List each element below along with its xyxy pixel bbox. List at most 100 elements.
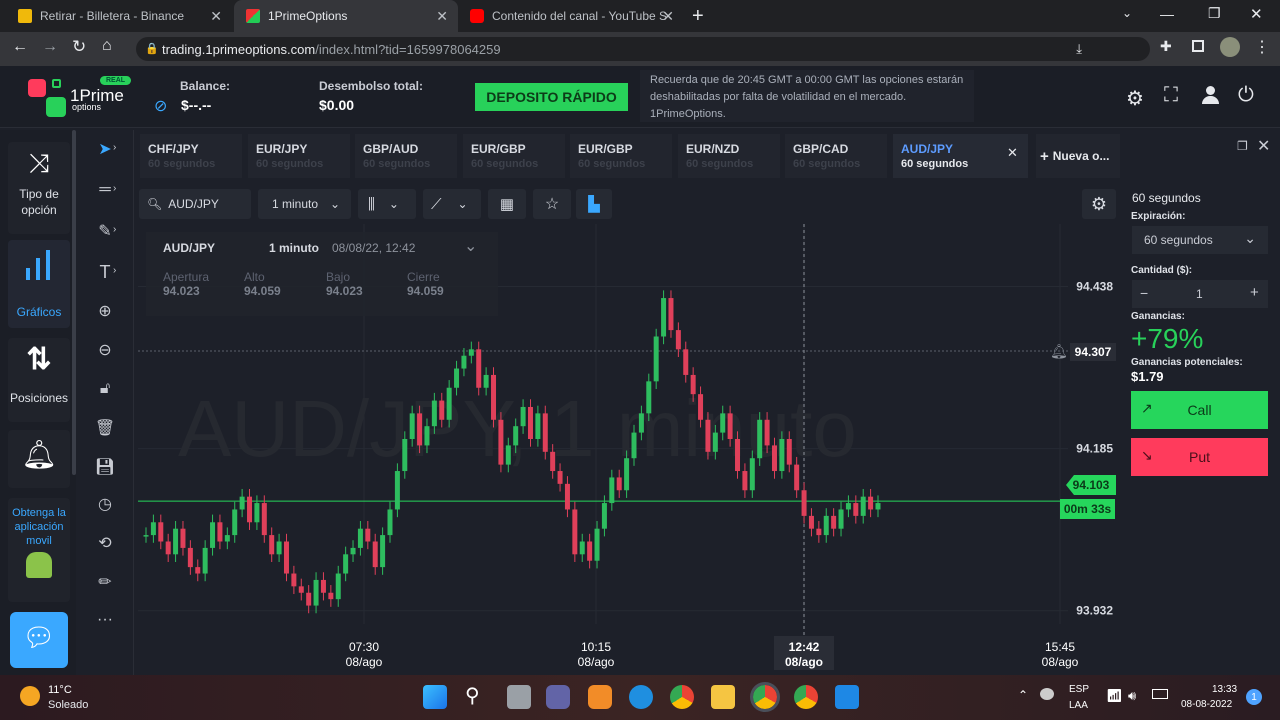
user-icon[interactable] (1201, 86, 1219, 104)
popout-icon[interactable]: ❐ (1237, 139, 1248, 153)
zoom-in-icon[interactable]: ⊕ (90, 298, 120, 324)
chevron-down-icon[interactable]: ⌄ (1122, 6, 1132, 20)
cloud-icon[interactable] (1040, 688, 1054, 700)
chevron-right-icon[interactable]: › (113, 142, 116, 153)
trash-icon[interactable]: 🗑︎ (90, 415, 120, 441)
more-dots-icon[interactable]: ··· (90, 607, 120, 633)
clock-time[interactable]: 13:33 (1212, 684, 1237, 695)
indicators-select[interactable]: ⟋ ⌄ (423, 189, 481, 219)
chevron-down-icon[interactable]: ⌄ (464, 236, 477, 256)
quick-deposit-button[interactable]: DEPOSITO RÁPIDO (475, 83, 628, 111)
extensions-icon[interactable]: ✚ (1160, 38, 1172, 55)
asset-tab-gbp-cad[interactable]: GBP/CAD 60 segundos (785, 134, 887, 178)
zoom-out-icon[interactable]: ⊖ (90, 337, 120, 363)
amount-input[interactable]: 1 (1196, 287, 1203, 301)
asset-tab-gbp-aud[interactable]: GBP/AUD 60 segundos (355, 134, 457, 178)
url-field[interactable]: 🔒 trading.1primeoptions.com/index.html?t… (136, 37, 1150, 61)
sidebar-item-notifications[interactable]: 🔔︎ (8, 430, 70, 488)
chart-type-select[interactable]: ⫼ ⌄ (358, 189, 416, 219)
weather-temp[interactable]: 11°C (48, 684, 72, 696)
calculator-icon[interactable]: ▦ (488, 189, 526, 219)
reset-icon[interactable]: ⟲ (90, 530, 120, 556)
chrome-icon[interactable] (794, 685, 818, 709)
increase-button[interactable]: + (1250, 284, 1259, 301)
lock-drawings-icon[interactable]: 🔓︎ (90, 376, 120, 402)
favorite-star-icon[interactable]: ☆ (533, 189, 571, 219)
chat-support-button[interactable]: 💬︎ (10, 612, 68, 668)
lang-line-1[interactable]: ESP (1069, 684, 1089, 695)
close-panel-icon[interactable]: ✕ (1257, 136, 1270, 156)
browser-tab[interactable]: 1PrimeOptions ✕ (234, 0, 458, 32)
history-icon[interactable]: ◷ (90, 491, 120, 517)
decrease-button[interactable]: − (1140, 285, 1148, 301)
new-option-tab[interactable]: + Nueva o... (1036, 134, 1120, 178)
minimize-icon[interactable]: — (1160, 6, 1174, 22)
settings-gear-icon[interactable]: ⚙ (1126, 86, 1144, 111)
windows-start-icon[interactable] (423, 685, 447, 709)
search-icon[interactable]: ⚲ (465, 683, 480, 708)
wifi-icon[interactable]: 📶︎ (1106, 688, 1123, 704)
chevron-right-icon[interactable]: › (113, 265, 116, 276)
volume-icon[interactable]: 🔊︎ (1128, 688, 1136, 704)
sidebar-scrollbar[interactable] (72, 130, 76, 475)
home-icon[interactable]: ⌂ (102, 37, 112, 55)
chart-settings-icon[interactable]: ⚙ (1082, 189, 1116, 219)
browser-tab[interactable]: Retirar - Billetera - Binance ✕ (6, 0, 232, 32)
close-icon[interactable]: ✕ (662, 8, 674, 25)
chevron-right-icon[interactable]: › (113, 224, 116, 235)
edge-icon[interactable] (629, 685, 653, 709)
reload-icon[interactable]: ↻ (72, 37, 86, 57)
eye-hidden-icon[interactable]: ⊘ (154, 96, 167, 116)
app-icon[interactable] (835, 685, 859, 709)
browser-tab[interactable]: Contenido del canal - YouTube S ✕ (458, 0, 684, 32)
asset-tab-chf-jpy[interactable]: CHF/JPY 60 segundos (140, 134, 242, 178)
asset-tab-eur-jpy[interactable]: EUR/JPY 60 segundos (248, 134, 350, 178)
install-icon[interactable]: ⤓ (1076, 41, 1082, 57)
asset-tab-eur-gbp[interactable]: EUR/GBP 60 segundos (570, 134, 672, 178)
weather-desc[interactable]: Soleado (48, 699, 88, 711)
pencil-icon[interactable]: ✏︎ (90, 569, 120, 595)
candle-body (254, 503, 260, 523)
expiration-select[interactable]: 60 segundos ⌄ (1132, 226, 1268, 254)
sidebar-item-option-type[interactable]: ⤨ Tipo de opción (8, 142, 70, 234)
interval-select[interactable]: 1 minuto ⌄ (258, 189, 351, 219)
put-button[interactable]: ↘ Put (1131, 438, 1268, 476)
power-icon[interactable]: ⏻ (1238, 84, 1254, 107)
chevron-right-icon[interactable]: › (113, 183, 116, 194)
sidebar-item-get-app[interactable]: Obtenga la aplicación movil (8, 498, 70, 602)
sidebar-item-charts[interactable]: Gráficos (8, 240, 70, 328)
back-icon[interactable]: ← (12, 38, 28, 56)
clock-date[interactable]: 08-08-2022 (1181, 699, 1232, 710)
fullscreen-icon[interactable]: ⛶ (1164, 84, 1178, 107)
chrome-icon[interactable] (750, 682, 780, 712)
maximize-icon[interactable]: ❐ (1208, 5, 1221, 22)
notification-badge[interactable]: 1 (1246, 689, 1262, 705)
asset-tab-eur-gbp[interactable]: EUR/GBP 60 segundos (463, 134, 565, 178)
avatar[interactable] (1220, 37, 1240, 57)
call-button[interactable]: ↗ Call (1131, 391, 1268, 429)
chevron-up-icon[interactable]: ⌃ (1018, 688, 1028, 702)
sidepanel-icon[interactable] (1192, 40, 1204, 52)
new-tab-icon[interactable]: + (692, 5, 704, 28)
battery-icon[interactable] (1152, 689, 1168, 699)
forward-icon[interactable]: → (42, 38, 58, 56)
teams-icon[interactable] (546, 685, 570, 709)
close-icon[interactable]: ✕ (436, 8, 448, 25)
app-icon[interactable] (588, 685, 612, 709)
symbol-search[interactable]: 🔍︎ AUD/JPY (139, 189, 251, 219)
asset-tab-eur-nzd[interactable]: EUR/NZD 60 segundos (678, 134, 780, 178)
file-explorer-icon[interactable] (711, 685, 735, 709)
market-icon[interactable]: ▙ (576, 189, 612, 219)
menu-dots-icon[interactable]: ⋮ (1254, 37, 1270, 57)
chrome-icon[interactable] (670, 685, 694, 709)
close-tab-icon[interactable]: ✕ (1007, 145, 1018, 161)
save-icon[interactable]: 💾︎ (90, 454, 120, 480)
alert-bell-icon[interactable]: 🔔︎ (1050, 343, 1068, 360)
close-icon[interactable]: ✕ (210, 8, 222, 25)
sidebar-item-positions[interactable]: ⇅ Posiciones (8, 338, 70, 422)
task-view-icon[interactable] (507, 685, 531, 709)
candle-body (202, 547, 208, 574)
lang-line-2[interactable]: LAA (1069, 700, 1088, 711)
close-window-icon[interactable]: ✕ (1250, 5, 1263, 23)
x-tick-date: 08/ago (578, 655, 615, 669)
